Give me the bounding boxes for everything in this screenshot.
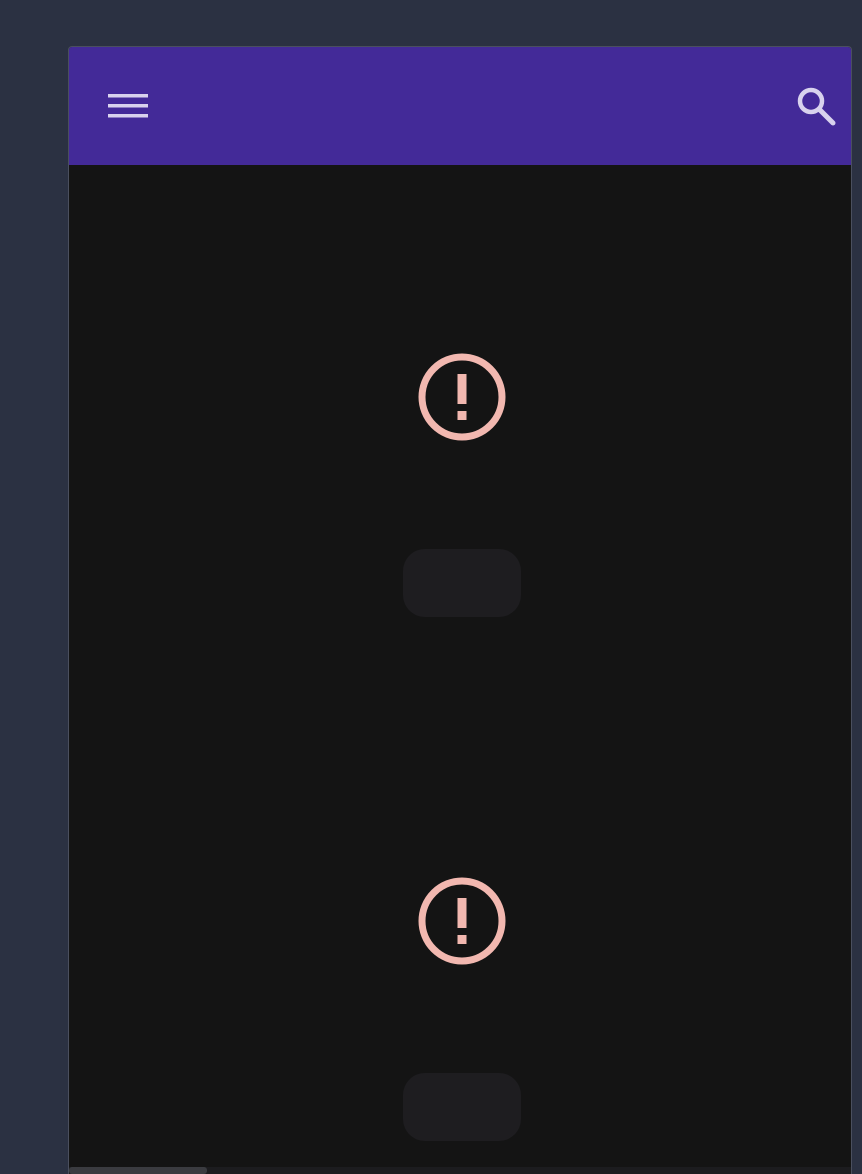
search-button[interactable] xyxy=(788,78,844,134)
retry-button[interactable] xyxy=(403,1073,521,1141)
retry-button[interactable] xyxy=(403,549,521,617)
content-area xyxy=(69,165,851,1174)
app-window xyxy=(68,46,852,1174)
top-app-bar xyxy=(69,47,851,165)
hamburger-menu-icon xyxy=(108,94,148,118)
search-icon xyxy=(797,87,836,126)
horizontal-scrollbar[interactable] xyxy=(69,1167,851,1174)
scrollbar-thumb[interactable] xyxy=(69,1167,207,1174)
error-exclamation-circle-icon xyxy=(418,877,506,965)
menu-button[interactable] xyxy=(100,78,156,134)
error-exclamation-circle-icon xyxy=(418,353,506,441)
